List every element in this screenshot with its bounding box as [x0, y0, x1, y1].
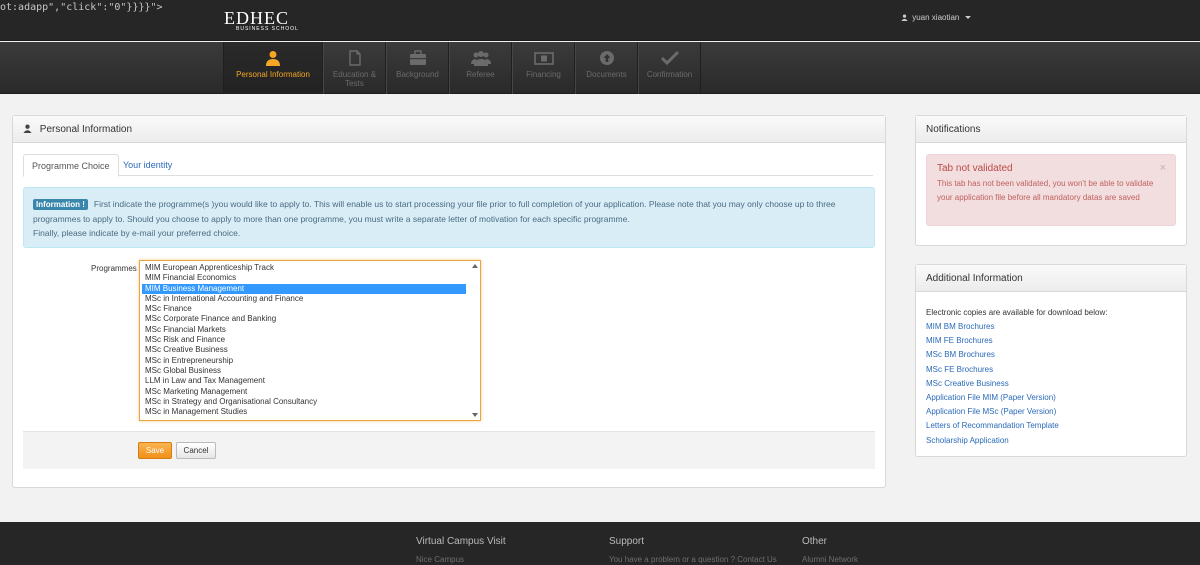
info-text-secondary: Finally, please indicate by e-mail your … [33, 228, 241, 238]
step-label: Confirmation [646, 70, 693, 79]
step-background[interactable]: Background [386, 42, 449, 94]
money-icon [533, 52, 554, 65]
download-link[interactable]: Letters of Recommandation Template [926, 419, 1059, 433]
logo-sub-text: BUSINESS SCHOOL [236, 26, 299, 32]
download-link[interactable]: Scholarship Application [926, 434, 1059, 448]
group-icon [470, 51, 491, 66]
edhec-logo[interactable]: EDHEC BUSINESS SCHOOL [224, 8, 299, 33]
step-label: Personal Information [236, 70, 310, 79]
panel-heading: Personal Information [13, 116, 885, 143]
step-confirmation[interactable]: Confirmation [638, 42, 701, 94]
download-link[interactable]: Application File MSc (Paper Version) [926, 405, 1059, 419]
briefcase-icon [409, 50, 426, 65]
save-button[interactable]: Save [138, 442, 172, 459]
footer-link-nice-campus[interactable]: Nice Campus [416, 555, 464, 564]
download-link[interactable]: MIM FE Brochures [926, 334, 1059, 348]
download-link[interactable]: Application File MIM (Paper Version) [926, 391, 1059, 405]
scroll-up-icon[interactable] [472, 264, 478, 268]
tab-bar: Programme Choice Your identity [23, 154, 873, 177]
alert-title: Tab not validated [937, 163, 1013, 174]
programme-option[interactable]: MSc Global Business [140, 366, 480, 376]
person-icon [266, 51, 280, 66]
programme-option[interactable]: MIM Financial Economics [140, 273, 480, 283]
programme-option[interactable]: MSc Risk and Finance [140, 335, 480, 345]
info-box: Information ! First indicate the programm… [23, 187, 875, 248]
programme-option[interactable]: MSc Corporate Finance and Banking [140, 314, 480, 324]
notifications-heading: Notifications [916, 116, 1186, 143]
footer-col-virtual-campus: Virtual Campus Visit Nice Campus [416, 536, 506, 564]
tab-programme-choice[interactable]: Programme Choice [23, 154, 119, 177]
check-icon [660, 50, 679, 66]
form-actions: Save Cancel [23, 431, 875, 469]
alert-text: This tab has not been validated, you won… [937, 179, 1154, 202]
programme-option[interactable]: MSc Financial Markets [140, 325, 480, 335]
footer-title: Virtual Campus Visit [416, 536, 506, 547]
download-link[interactable]: MSc Creative Business [926, 377, 1059, 391]
document-icon [348, 50, 361, 66]
download-link[interactable]: MSc FE Brochures [926, 363, 1059, 377]
scroll-down-icon[interactable] [472, 413, 478, 417]
step-label: Background [396, 70, 439, 79]
notifications-panel: Notifications Tab not validated This tab… [915, 115, 1187, 246]
chevron-down-icon [964, 16, 971, 19]
footer-col-other: Other Alumni Network [802, 536, 858, 564]
step-label: Education & Tests [332, 70, 377, 88]
stray-markup-text: ot:adapp","click":"0"}}}}"> [0, 2, 163, 13]
programme-option[interactable]: MSc Creative Business [140, 345, 480, 355]
step-label: Financing [526, 70, 561, 79]
personal-information-panel: Personal Information Programme Choice Yo… [12, 115, 886, 488]
programme-option[interactable]: MSc in International Accounting and Fina… [140, 294, 480, 304]
download-link[interactable]: MIM BM Brochures [926, 320, 1059, 334]
info-text: First indicate the programme(s )you woul… [33, 199, 836, 224]
page-title: Personal Information [39, 124, 133, 135]
footer: Virtual Campus Visit Nice Campus Support… [0, 522, 1200, 565]
step-personal-information[interactable]: Personal Information [223, 42, 323, 94]
programme-option[interactable]: MIM Business Management [142, 283, 466, 294]
programme-option[interactable]: MSc in Entrepreneurship [140, 356, 480, 366]
steps-navbar: Personal Information Education & Tests B… [0, 42, 1200, 94]
step-financing[interactable]: Financing [512, 42, 575, 94]
user-icon [901, 14, 908, 21]
download-links: MIM BM Brochures MIM FE Brochures MSc BM B… [926, 320, 1059, 448]
step-label: Referee [466, 70, 495, 79]
programmes-select[interactable]: MIM European Apprenticeship Track MIM Fin… [139, 260, 481, 421]
logo-main-text: EDHEC [224, 8, 289, 28]
footer-col-support: Support You have a problem or a question… [609, 536, 777, 564]
step-label: Documents [586, 70, 627, 79]
upload-icon [599, 51, 614, 65]
footer-title: Other [802, 536, 828, 547]
programme-option[interactable]: MIM European Apprenticeship Track [140, 263, 480, 273]
programme-option[interactable]: MSc in Strategy and Organisational Consu… [140, 397, 480, 407]
listbox-scrollbar[interactable] [470, 261, 480, 420]
programme-option[interactable]: MSc Marketing Management [140, 387, 480, 397]
download-intro: Electronic copies are available for down… [926, 308, 1108, 317]
step-referee[interactable]: Referee [449, 42, 512, 94]
user-icon [23, 124, 32, 133]
programme-option[interactable]: MSc Finance [140, 304, 480, 314]
close-icon[interactable]: × [1160, 162, 1166, 174]
programmes-label: Programmes [91, 264, 137, 273]
top-bar: EDHEC BUSINESS SCHOOL yuan xiaotian [0, 0, 1200, 41]
programme-option[interactable]: LLM in Law and Tax Management [140, 376, 480, 386]
footer-link-alumni[interactable]: Alumni Network [802, 555, 858, 564]
download-link[interactable]: MSc BM Brochures [926, 348, 1059, 362]
step-education-tests[interactable]: Education & Tests [323, 42, 386, 94]
validation-alert: Tab not validated This tab has not been … [926, 154, 1176, 226]
footer-link-contact[interactable]: You have a problem or a question ? Conta… [609, 555, 777, 564]
user-menu[interactable]: yuan xiaotian [901, 13, 971, 22]
additional-heading: Additional Information [916, 265, 1186, 292]
user-name: yuan xiaotian [912, 13, 960, 22]
step-documents[interactable]: Documents [575, 42, 638, 94]
info-badge: Information ! [33, 199, 88, 210]
footer-title: Support [609, 536, 645, 547]
tab-your-identity[interactable]: Your identity [115, 154, 180, 176]
cancel-button[interactable]: Cancel [176, 442, 216, 459]
programme-option[interactable]: MSc in Management Studies [140, 407, 480, 417]
